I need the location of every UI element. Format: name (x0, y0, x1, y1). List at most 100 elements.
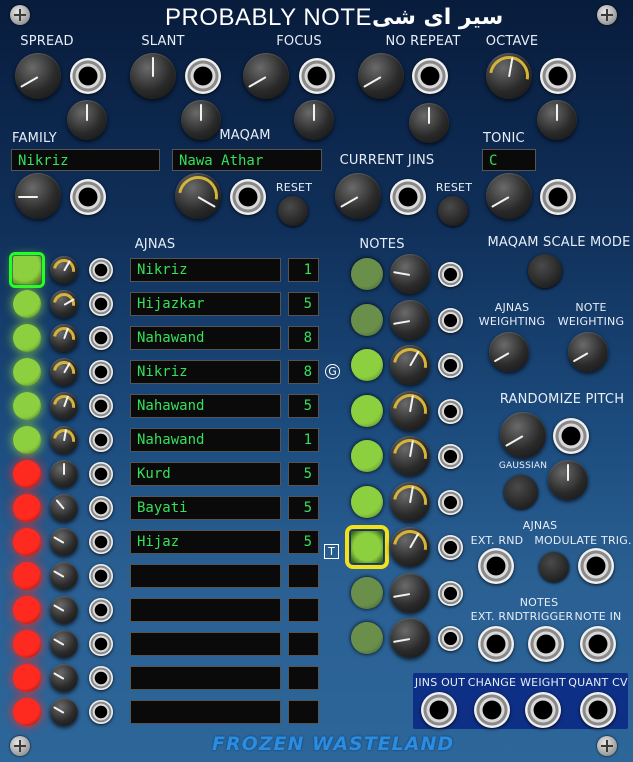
randomize-pitch-cv-jack[interactable] (553, 418, 589, 454)
slant-attenuverter-knob[interactable] (181, 100, 221, 140)
family-cv-jack[interactable] (70, 179, 106, 215)
note-weight-knob[interactable] (390, 390, 430, 431)
jins-led[interactable] (13, 664, 41, 692)
modulate-trig-jack[interactable] (578, 548, 614, 584)
weight-jack[interactable] (525, 692, 561, 728)
jins-weight-cv-jack[interactable] (89, 564, 113, 588)
ajnas-weighting-knob[interactable] (489, 332, 529, 372)
note-weight-cv-jack[interactable] (438, 444, 463, 469)
scale-mode-button[interactable] (528, 254, 562, 288)
note-weight-cv-jack[interactable] (438, 353, 463, 378)
jins-led[interactable] (13, 324, 41, 352)
note-in-jack[interactable] (580, 626, 616, 662)
quant-cv-jack[interactable] (580, 692, 616, 728)
focus-attenuverter-knob[interactable] (294, 100, 334, 140)
current-jins-knob[interactable] (335, 173, 381, 219)
jins-weight-knob[interactable] (50, 562, 78, 590)
maqam-knob[interactable] (175, 173, 221, 219)
jins-led[interactable] (13, 562, 41, 590)
current-jins-cv-jack[interactable] (390, 179, 426, 215)
jins-weight-knob[interactable] (50, 392, 78, 420)
jins-weight-cv-jack[interactable] (89, 598, 113, 622)
note-weight-cv-jack[interactable] (438, 580, 463, 606)
jins-weight-cv-jack[interactable] (89, 292, 113, 316)
note-weight-knob[interactable] (390, 436, 430, 476)
gaussian-button[interactable] (504, 475, 538, 509)
note-led[interactable] (351, 394, 383, 427)
jins-weight-cv-jack[interactable] (89, 258, 113, 282)
jins-led[interactable] (13, 698, 41, 726)
jins-led[interactable] (13, 630, 41, 658)
jins-led[interactable] (13, 460, 41, 488)
jins-out-jack[interactable] (421, 692, 457, 728)
note-weight-cv-jack[interactable] (438, 535, 463, 560)
spread-knob[interactable] (15, 53, 61, 99)
jins-led[interactable] (13, 358, 41, 386)
note-led[interactable] (351, 622, 383, 654)
note-weight-cv-jack[interactable] (438, 489, 463, 515)
change-jack[interactable] (474, 692, 510, 728)
jins-weight-cv-jack[interactable] (89, 496, 113, 520)
note-weight-cv-jack[interactable] (438, 626, 463, 651)
note-weight-knob[interactable] (390, 345, 430, 385)
notes-ext-rnd-jack[interactable] (478, 626, 514, 662)
tonic-cv-jack[interactable] (540, 179, 576, 215)
note-led[interactable] (351, 258, 383, 290)
spread-cv-jack[interactable] (70, 58, 106, 94)
spread-attenuverter-knob[interactable] (67, 100, 107, 140)
jins-weight-knob[interactable] (50, 358, 78, 386)
no-repeat-knob[interactable] (358, 53, 404, 99)
note-weight-knob[interactable] (390, 527, 430, 567)
jins-weight-knob[interactable] (50, 664, 78, 692)
no-repeat-cv-jack[interactable] (412, 58, 448, 94)
octave-knob[interactable] (486, 53, 532, 99)
jins-led[interactable] (13, 290, 41, 318)
note-weighting-knob[interactable] (568, 332, 608, 372)
jins-weight-knob[interactable] (50, 460, 78, 488)
slant-cv-jack[interactable] (185, 58, 221, 94)
jins-weight-cv-jack[interactable] (89, 326, 113, 350)
note-led[interactable] (351, 576, 383, 609)
note-led[interactable] (351, 440, 383, 472)
note-weight-knob[interactable] (390, 618, 430, 658)
jins-weight-cv-jack[interactable] (89, 700, 113, 724)
jins-weight-cv-jack[interactable] (89, 428, 113, 452)
jins-led[interactable] (13, 494, 41, 522)
jins-weight-cv-jack[interactable] (89, 360, 113, 384)
note-weight-cv-jack[interactable] (438, 262, 463, 287)
note-led[interactable] (351, 349, 383, 381)
octave-attenuverter-knob[interactable] (537, 100, 577, 140)
focus-cv-jack[interactable] (299, 58, 335, 94)
jins-led[interactable] (13, 528, 41, 556)
jins-led[interactable] (13, 426, 41, 454)
jins-weight-knob[interactable] (50, 596, 78, 624)
jins-weight-knob[interactable] (50, 324, 78, 352)
jins-led[interactable] (13, 392, 41, 420)
note-led[interactable] (351, 303, 383, 336)
tonic-knob[interactable] (486, 173, 532, 219)
ajnas-ext-rnd-jack[interactable] (478, 548, 514, 584)
jins-weight-cv-jack[interactable] (89, 394, 113, 418)
jins-weight-cv-jack[interactable] (89, 530, 113, 554)
note-weight-cv-jack[interactable] (438, 307, 463, 333)
jins-weight-knob[interactable] (50, 494, 78, 522)
jins-weight-knob[interactable] (50, 256, 78, 284)
jins-weight-knob[interactable] (50, 290, 78, 318)
jins-led[interactable] (9, 252, 45, 288)
jins-weight-cv-jack[interactable] (89, 632, 113, 656)
maqam-cv-jack[interactable] (230, 179, 266, 215)
trigger-jack[interactable] (528, 626, 564, 662)
modulate-button[interactable] (539, 552, 569, 582)
note-weight-knob[interactable] (390, 572, 430, 613)
octave-cv-jack[interactable] (540, 58, 576, 94)
jins-led[interactable] (13, 596, 41, 624)
jins-weight-cv-jack[interactable] (89, 666, 113, 690)
focus-knob[interactable] (243, 53, 289, 99)
note-led[interactable] (351, 485, 383, 518)
maqam-reset-button[interactable] (278, 196, 308, 226)
note-led[interactable] (345, 525, 389, 569)
jins-weight-knob[interactable] (50, 630, 78, 658)
jins-weight-knob[interactable] (50, 426, 78, 454)
note-weight-knob[interactable] (390, 481, 430, 522)
family-knob[interactable] (15, 173, 61, 219)
